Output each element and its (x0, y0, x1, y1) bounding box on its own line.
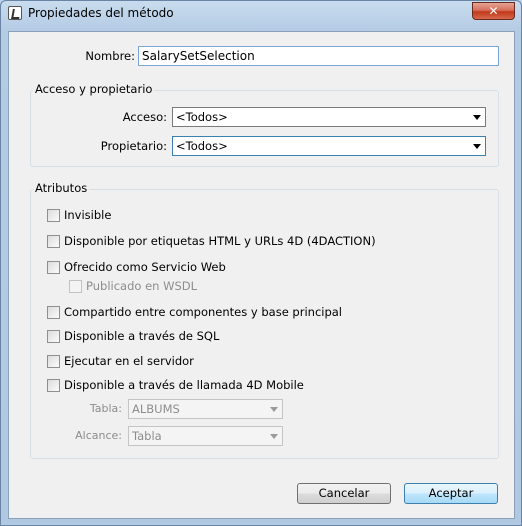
scope-label: Alcance: (75, 429, 122, 442)
owner-select-value: <Todos> (176, 139, 228, 153)
attributes-legend: Atributos (33, 181, 90, 195)
wsdl-checkbox[interactable] (69, 280, 82, 293)
chevron-down-icon (270, 407, 278, 412)
cancel-button[interactable]: Cancelar (297, 483, 391, 504)
web-service-label[interactable]: Ofrecido como Servicio Web (64, 260, 226, 274)
sql-checkbox[interactable] (47, 330, 60, 343)
owner-select[interactable]: <Todos> (172, 136, 486, 156)
scope-select-value: Tabla (132, 429, 162, 443)
access-select[interactable]: <Todos> (172, 107, 486, 127)
mobile-label[interactable]: Disponible a través de llamada 4D Mobile (64, 378, 304, 392)
chevron-down-icon (473, 144, 481, 149)
html-tags-checkbox[interactable] (47, 235, 60, 248)
invisible-checkbox[interactable] (47, 209, 60, 222)
chevron-down-icon (473, 115, 481, 120)
4d-method-icon (8, 6, 22, 20)
shared-checkbox[interactable] (47, 306, 60, 319)
dialog-body: Nombre: SalarySetSelection Acceso y prop… (8, 31, 515, 519)
window-title: Propiedades del método (28, 6, 174, 20)
html-tags-label[interactable]: Disponible por etiquetas HTML y URLs 4D … (64, 234, 376, 248)
sql-label[interactable]: Disponible a través de SQL (64, 329, 219, 343)
access-label: Acceso: (122, 110, 167, 124)
chevron-down-icon (270, 434, 278, 439)
name-field[interactable]: SalarySetSelection (138, 46, 499, 66)
server-label[interactable]: Ejecutar en el servidor (64, 354, 194, 368)
table-label: Tabla: (89, 402, 122, 415)
owner-label: Propietario: (100, 139, 167, 153)
scope-select[interactable]: Tabla (128, 426, 283, 446)
table-select-value: ALBUMS (132, 402, 180, 416)
access-owner-legend: Acceso y propietario (33, 82, 155, 96)
shared-label[interactable]: Compartido entre componentes y base prin… (64, 305, 342, 319)
close-button[interactable]: ✕ (472, 2, 515, 20)
title-bar[interactable]: Propiedades del método ✕ (1, 1, 521, 27)
table-select[interactable]: ALBUMS (128, 399, 283, 419)
server-checkbox[interactable] (47, 355, 60, 368)
invisible-label[interactable]: Invisible (64, 208, 111, 222)
web-service-checkbox[interactable] (47, 261, 60, 274)
mobile-checkbox[interactable] (47, 379, 60, 392)
access-select-value: <Todos> (176, 110, 228, 124)
wsdl-label[interactable]: Publicado en WSDL (86, 279, 197, 293)
accept-button[interactable]: Aceptar (404, 483, 498, 504)
dialog-window: Propiedades del método ✕ Nombre: SalaryS… (0, 0, 522, 526)
name-label: Nombre: (85, 49, 135, 63)
